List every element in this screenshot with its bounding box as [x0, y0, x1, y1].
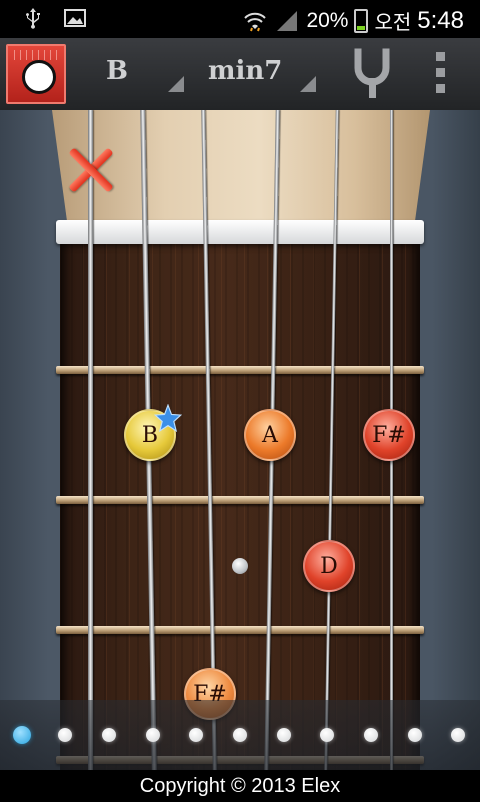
page-dot-6[interactable] [233, 728, 247, 742]
wifi-icon [244, 12, 267, 31]
usb-icon [26, 8, 40, 29]
key-selector[interactable]: B [106, 56, 128, 86]
chord-note[interactable]: D [303, 540, 355, 592]
page-dot-11[interactable] [451, 728, 465, 742]
page-dot-2[interactable] [58, 728, 72, 742]
note-label: D [320, 553, 338, 579]
root-star-icon [154, 404, 182, 432]
app-logo-icon[interactable] [6, 44, 66, 104]
page-dot-5[interactable] [189, 728, 203, 742]
fret-3 [56, 626, 424, 634]
muted-string-x-icon[interactable] [66, 146, 114, 194]
page-dot-9[interactable] [364, 728, 378, 742]
fret-2 [56, 496, 424, 504]
string-6[interactable] [88, 110, 93, 770]
chord-note[interactable]: F# [363, 409, 415, 461]
battery-icon [354, 8, 369, 33]
page-dot-10[interactable] [408, 728, 422, 742]
fretboard-wood [60, 244, 420, 770]
action-bar: B min7 [0, 38, 480, 112]
tuning-fork-icon[interactable] [352, 48, 392, 100]
note-label: A [262, 422, 278, 448]
gallery-icon [64, 9, 86, 27]
page-dot-3[interactable] [102, 728, 116, 742]
page-dot-7[interactable] [277, 728, 291, 742]
chord-type-selector[interactable]: min7 [208, 56, 282, 86]
chord-page-indicator [0, 700, 480, 770]
fretboard[interactable]: B A F# D F# [0, 110, 480, 770]
page-dot-1[interactable] [13, 726, 31, 744]
note-label: F# [372, 422, 406, 448]
fret-inlay-dot [232, 558, 248, 574]
status-bar: 20% 오전 5:48 [0, 0, 480, 38]
fret-1 [56, 366, 424, 374]
page-dot-4[interactable] [146, 728, 160, 742]
nut [56, 220, 424, 244]
time-ampm: 오전 [374, 12, 412, 34]
chord-type-dropdown-icon[interactable] [300, 76, 316, 92]
page-dot-8[interactable] [320, 728, 334, 742]
overflow-menu-icon[interactable] [436, 52, 446, 96]
key-dropdown-icon[interactable] [168, 76, 184, 92]
battery-percent: 20% [306, 8, 349, 32]
copyright-footer: Copyright © 2013 Elex [0, 770, 480, 800]
chord-note[interactable]: A [244, 409, 296, 461]
clock: 5:48 [417, 6, 464, 34]
signal-icon [277, 10, 298, 31]
